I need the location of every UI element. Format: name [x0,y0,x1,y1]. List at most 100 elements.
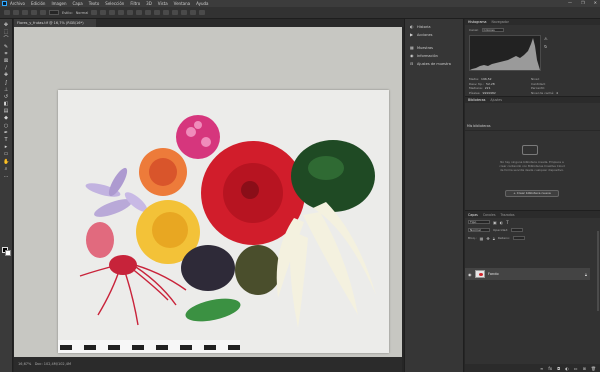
align-right-icon[interactable] [109,10,116,15]
rectangle-tool-icon[interactable]: ▭ [3,152,9,157]
add-mask-icon[interactable]: ◘ [557,366,560,371]
lock-pixels-icon[interactable]: ▦ [480,236,484,241]
lock-position-icon[interactable]: ✥ [486,236,489,241]
grid-icon[interactable] [154,10,161,15]
menu-item-texto[interactable]: Texto [89,1,100,6]
pen-tool-icon[interactable]: ✒ [3,130,9,136]
distribute-vertical-icon[interactable] [127,10,134,15]
history-brush-tool-icon[interactable]: ↺ [3,94,9,100]
new-selection-icon[interactable] [22,10,28,15]
blur-tool-icon[interactable]: ◆ [3,116,9,121]
marquee-tool-preset-icon[interactable] [13,10,19,15]
tab-ajustes[interactable]: Ajustes [490,98,502,102]
quick-select-tool-icon[interactable]: ✎ [3,44,9,50]
menu-item-ventana[interactable]: Ventana [174,1,190,6]
healing-brush-tool-icon[interactable]: ✚ [3,73,9,78]
hand-tool-icon[interactable]: ✋ [3,159,9,165]
scale-3d-icon[interactable] [199,10,206,15]
menu-item-edicion[interactable]: Edición [31,1,45,6]
frame-tool-icon[interactable]: ⊠ [3,58,9,64]
menu-item-archivo[interactable]: Archivo [10,1,25,6]
crop-tool-icon[interactable]: ⌗ [3,51,9,57]
slide-3d-icon[interactable] [190,10,197,15]
style-select[interactable]: Normal [76,11,89,15]
delete-layer-icon[interactable]: 🗑︎ [591,366,596,371]
path-selection-tool-icon[interactable]: ▸ [3,145,9,150]
menu-item-filtro[interactable]: Filtro [130,1,140,6]
menu-item-seleccion[interactable]: Selección [105,1,124,6]
document-tab[interactable]: Flores_y_frutas.tif @ 16,7% (RGB/16*) [14,19,96,27]
blend-mode-select[interactable]: Normal [468,228,490,232]
filter-icon[interactable]: ▣ [493,220,497,225]
clone-stamp-tool-icon[interactable]: ⊥ [3,87,9,93]
zoom-tool-icon[interactable]: ⌕ [3,166,9,172]
pan-3d-icon[interactable] [181,10,188,15]
filter-type-icon[interactable]: T [506,220,508,225]
lock-all-icon[interactable]: 🔒︎ [493,236,495,241]
transform-icon[interactable] [145,10,152,15]
layer-name[interactable]: Fondo [488,272,582,276]
menu-item-3d[interactable]: 3D [146,1,152,6]
opacity-input[interactable] [511,228,524,232]
strip-item-historia[interactable]: ◐ Historia [405,23,463,31]
warning-icon[interactable]: ⚠ [544,36,548,41]
lasso-tool-icon[interactable]: ⌒ [3,37,9,42]
menu-item-vista[interactable]: Vista [158,1,168,6]
menu-item-ayuda[interactable]: Ayuda [196,1,208,6]
visibility-eye-icon[interactable]: ◉ [468,272,472,277]
layer-filter-select[interactable]: Tipo [468,220,490,224]
filter-adjust-icon[interactable]: ◐ [500,220,504,225]
menu-item-capa[interactable]: Capa [73,1,83,6]
canvas-area[interactable] [14,27,402,372]
restore-button[interactable]: ❐ [581,0,585,5]
feather-input[interactable] [49,10,59,15]
dodge-tool-icon[interactable]: ○ [3,123,9,129]
type-tool-icon[interactable]: T [3,138,9,143]
my-libraries-select[interactable]: Mis bibliotecas [467,124,491,128]
add-selection-icon[interactable] [31,10,37,15]
strip-item-ajustes-muestra[interactable]: ⊟ Ajustes de muestra [405,60,463,68]
tab-histograma[interactable]: Histograma [468,20,487,24]
channel-select[interactable]: Colores [481,28,504,32]
distribute-horizontal-icon[interactable] [136,10,143,15]
distribute-icon[interactable] [118,10,125,15]
window-controls: — ❐ ✕ [568,0,597,5]
refresh-icon[interactable]: ↻ [544,44,548,49]
layers-scrollbar[interactable] [597,231,599,311]
align-center-icon[interactable] [100,10,107,15]
document-tabs: Flores_y_frutas.tif @ 16,7% (RGB/16*) [14,19,404,27]
fill-input[interactable] [512,236,525,240]
brush-tool-icon[interactable]: ∫ [3,80,9,86]
rotate-3d-icon[interactable] [172,10,179,15]
3d-mode-icon[interactable] [163,10,170,15]
new-layer-icon[interactable]: ⊞ [583,366,586,371]
move-tool-icon[interactable]: ✥ [3,23,9,28]
strip-item-muestras[interactable]: ▦ Muestras [405,44,463,52]
layer-row[interactable]: ◉ Fondo 🔒︎ [465,268,590,280]
minimize-button[interactable]: — [568,0,572,5]
eraser-tool-icon[interactable]: ◧ [3,102,9,107]
background-color-swatch[interactable] [5,250,11,256]
more-tools-icon[interactable]: … [3,173,9,179]
layer-style-icon[interactable]: fx [548,366,552,371]
marquee-tool-icon[interactable]: ⬚ [3,30,9,35]
adjustment-layer-icon[interactable]: ◐ [565,366,569,371]
strip-item-informacion[interactable]: ◉ Información [405,52,463,60]
link-layers-icon[interactable]: ∞ [540,366,543,371]
eyedropper-tool-icon[interactable]: ∕ [3,66,9,71]
new-group-icon[interactable]: ▭ [574,366,578,371]
menu-item-imagen[interactable]: Imagen [51,1,66,6]
create-library-button[interactable]: + Crear biblioteca nueva [505,190,559,197]
close-window-button[interactable]: ✕ [594,0,597,5]
tab-capas[interactable]: Capas [468,213,478,217]
tab-navegador[interactable]: Navegador [492,20,509,24]
tab-bibliotecas[interactable]: Bibliotecas [468,98,485,102]
home-icon[interactable] [4,10,10,15]
gradient-tool-icon[interactable]: ▤ [3,109,9,114]
strip-item-acciones[interactable]: ▶ Acciones [405,31,463,39]
tab-canales[interactable]: Canales [483,213,496,217]
align-left-icon[interactable] [91,10,98,15]
tab-trazados[interactable]: Trazados [501,213,515,217]
zoom-level[interactable]: 16,67% [18,362,31,366]
subtract-selection-icon[interactable] [40,10,46,15]
